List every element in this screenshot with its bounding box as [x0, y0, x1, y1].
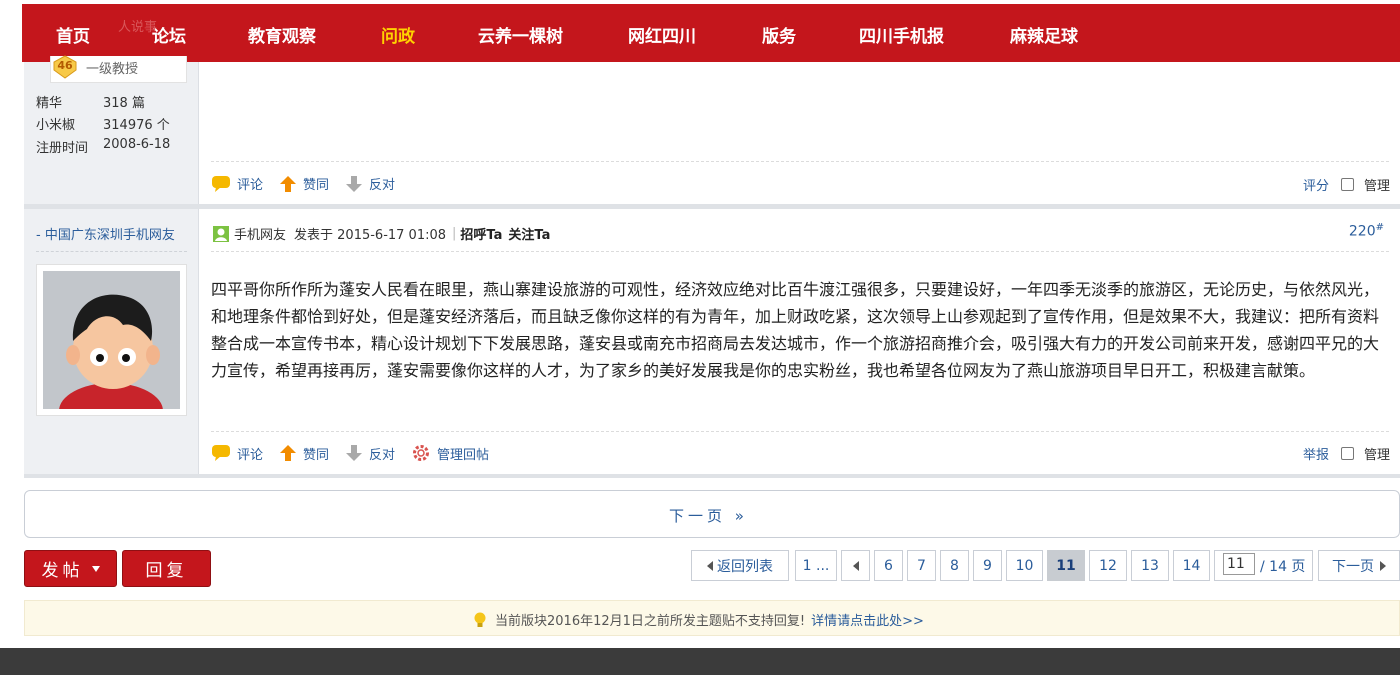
arrow-up-icon — [280, 175, 297, 192]
nav-wenzheng[interactable]: 问政 — [381, 22, 415, 47]
footer-bar — [0, 648, 1400, 675]
nav-tree[interactable]: 云养一棵树 — [478, 22, 563, 47]
page-12[interactable]: 12 — [1089, 550, 1127, 581]
page-7[interactable]: 7 — [907, 550, 936, 581]
post2-manage-checkbox[interactable] — [1340, 447, 1354, 460]
next-page-link[interactable]: 下一页 » — [669, 505, 748, 526]
nav-forum[interactable]: 论坛 — [152, 22, 186, 47]
page-8[interactable]: 8 — [940, 550, 969, 581]
gear-icon — [413, 445, 430, 461]
nav-football[interactable]: 麻辣足球 — [1010, 22, 1078, 47]
post-author[interactable]: 手机网友 — [234, 224, 286, 243]
post-time: 发表于 2015-6-17 01:08 — [294, 228, 447, 243]
next-page-button[interactable]: 下一页 — [1318, 550, 1400, 581]
stat-value-jinghua: 318 篇 — [103, 96, 145, 111]
page-jump-input[interactable]: 11 — [1223, 553, 1255, 575]
post2-right-tools: 举报 管理 — [1303, 444, 1390, 463]
avatar[interactable] — [36, 264, 187, 416]
lightbulb-icon — [474, 612, 486, 627]
notice-bar: 当前版块2016年12月1日之前所发主题贴不支持回复! 详情请点击此处>> — [24, 600, 1400, 636]
top-nav-bar: 首页 论坛 教育观察 问政 云养一棵树 网红四川 版务 四川手机报 麻辣足球 人… — [22, 4, 1400, 62]
nav-education[interactable]: 教育观察 — [248, 22, 316, 47]
arrow-down-icon — [346, 175, 363, 192]
post2-header: 手机网友 发表于 2015-6-17 01:08 | 招呼Ta 关注Ta — [212, 224, 550, 243]
cartoon-avatar-icon — [43, 271, 180, 409]
stat-label-register: 注册时间 — [36, 141, 89, 156]
post2-oppose-button[interactable]: 反对 — [345, 444, 395, 463]
follow-link[interactable]: 关注Ta — [508, 224, 550, 243]
notice-detail-link[interactable]: 详情请点击此处>> — [811, 610, 924, 629]
floor-number[interactable]: 220# — [1349, 222, 1384, 240]
chevron-left-icon — [852, 560, 859, 571]
post-separator — [24, 204, 1400, 209]
stat-label-jinghua: 精华 — [36, 96, 63, 111]
post2-comment-button[interactable]: 评论 — [211, 444, 263, 463]
page-14[interactable]: 14 — [1173, 550, 1210, 581]
post2-actions: 评论 赞同 反对 管理回帖 — [211, 443, 505, 463]
page-9[interactable]: 9 — [973, 550, 1002, 581]
report-link[interactable]: 举报 — [1303, 444, 1329, 463]
post1-oppose-button[interactable]: 反对 — [345, 174, 395, 193]
caret-down-icon — [91, 565, 100, 572]
nav-sichuan-web[interactable]: 网红四川 — [628, 22, 696, 47]
reply-button[interactable]: 回复 — [122, 550, 211, 587]
post2-head-divider — [211, 251, 1389, 252]
rate-link[interactable]: 评分 — [1303, 175, 1329, 194]
rank-title: 一级教授 — [86, 62, 139, 77]
page-prev-button[interactable] — [841, 550, 870, 581]
nav-home[interactable]: 首页 — [56, 22, 90, 47]
post2-agree-button[interactable]: 赞同 — [279, 444, 329, 463]
author-location: - 中国广东深圳手机网友 — [36, 228, 175, 243]
back-to-list-button[interactable]: 返回列表 — [691, 550, 789, 581]
nav-overlap-text: 人说事 — [118, 20, 158, 35]
post-bottom-separator — [24, 474, 1400, 478]
comment-icon — [212, 445, 230, 461]
arrow-up-icon — [280, 445, 297, 461]
post2-divider — [211, 431, 1389, 432]
post1-actions: 评论 赞同 反对 — [211, 174, 411, 193]
mobile-user-icon — [213, 225, 229, 242]
page-6[interactable]: 6 — [874, 550, 903, 581]
stat-value-register: 2008-6-18 — [103, 137, 171, 152]
post1-divider — [211, 161, 1389, 162]
page-13[interactable]: 13 — [1131, 550, 1169, 581]
nav-mobile-news[interactable]: 四川手机报 — [859, 22, 944, 47]
post2-manage-label: 管理 — [1363, 448, 1390, 463]
post-body: 四平哥你所作所为蓬安人民看在眼里，燕山寨建设旅游的可观性，经济效应绝对比百牛渡江… — [211, 280, 1380, 380]
chevron-right-icon — [1380, 560, 1386, 571]
rank-badge-icon: 46 — [52, 54, 78, 80]
post1-author-column — [24, 62, 199, 206]
page-total: / 14 页 — [1260, 558, 1306, 575]
page-first[interactable]: 1 ... — [795, 550, 837, 581]
comment-icon — [212, 175, 230, 192]
page-current[interactable]: 11 — [1047, 550, 1085, 581]
nav-banwu[interactable]: 版务 — [762, 22, 796, 47]
post1-right-tools: 评分 管理 — [1303, 175, 1390, 194]
post1-agree-button[interactable]: 赞同 — [279, 174, 329, 193]
admin-reply-button[interactable]: 管理回帖 — [411, 443, 489, 463]
greet-link[interactable]: 招呼Ta — [460, 224, 502, 243]
post1-comment-button[interactable]: 评论 — [211, 174, 263, 193]
chevron-left-icon — [707, 560, 713, 571]
arrow-down-icon — [346, 445, 363, 461]
notice-text: 当前版块2016年12月1日之前所发主题贴不支持回复! — [495, 614, 806, 629]
post1-manage-label: 管理 — [1363, 179, 1390, 194]
stat-label-xiaomijiao: 小米椒 — [36, 118, 76, 133]
loc-divider — [36, 251, 187, 252]
next-page-bar[interactable]: 下一页 » — [24, 490, 1400, 538]
stat-value-xiaomijiao: 314976 个 — [103, 118, 170, 133]
post1-manage-checkbox[interactable] — [1340, 178, 1354, 191]
new-post-button[interactable]: 发帖 — [24, 550, 117, 587]
page-10[interactable]: 10 — [1006, 550, 1043, 581]
